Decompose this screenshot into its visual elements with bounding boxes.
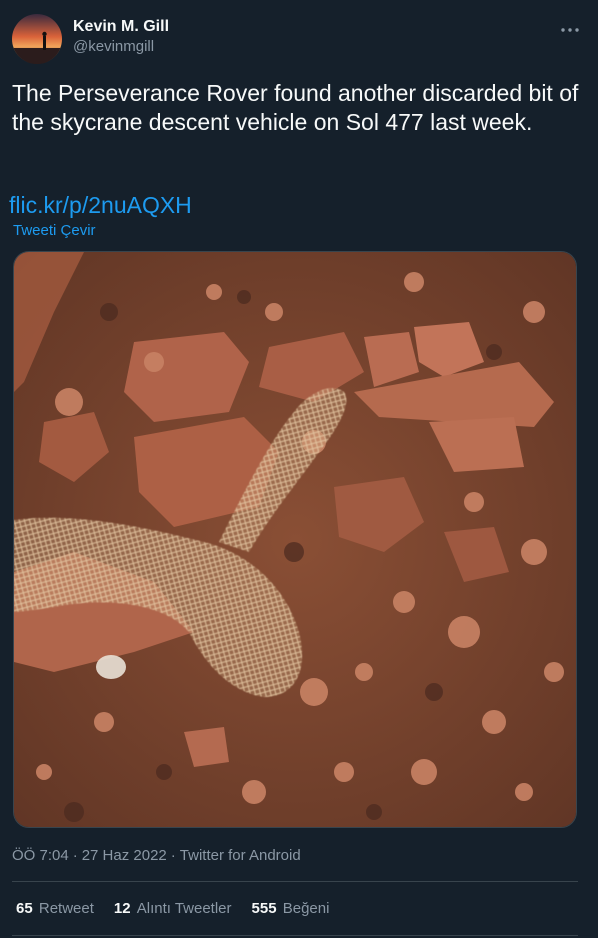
tweet-date[interactable]: 27 Haz 2022 [82, 846, 167, 865]
meta-separator: · [170, 847, 176, 864]
more-button[interactable] [558, 18, 582, 42]
quote-tweet-count[interactable]: 12 Alıntı Tweetler [114, 899, 232, 919]
retweet-count-value: 65 [16, 900, 33, 917]
author-info: Kevin M. Gill @kevinmgill [73, 17, 169, 56]
quote-count-value: 12 [113, 900, 131, 917]
tweet-time[interactable]: ÖÖ 7:04 [12, 846, 69, 865]
tweet-link[interactable]: flic.kr/p/2nuAQXH [9, 191, 192, 220]
retweet-count[interactable]: 65 Retweet [16, 899, 94, 919]
tweet-detail: Kevin M. Gill @kevinmgill The Perseveran… [0, 0, 598, 938]
meta-separator: · [72, 847, 78, 864]
tweet-photo[interactable] [13, 251, 577, 828]
divider [12, 935, 578, 936]
more-horizontal-icon [561, 28, 579, 32]
retweet-count-label: Retweet [38, 900, 94, 917]
tweet-source[interactable]: Twitter for Android [180, 846, 301, 865]
author-name[interactable]: Kevin M. Gill [73, 17, 169, 37]
like-count[interactable]: 555 Beğeni [252, 899, 330, 919]
avatar[interactable] [12, 14, 62, 64]
quote-count-label: Alıntı Tweetler [136, 900, 232, 917]
author-handle[interactable]: @kevinmgill [73, 37, 169, 56]
like-count-label: Beğeni [282, 900, 330, 917]
tweet-text: The Perseverance Rover found another dis… [12, 80, 579, 135]
like-count-value: 555 [251, 900, 277, 917]
tweet-metadata: ÖÖ 7:04 · 27 Haz 2022 · Twitter for Andr… [12, 846, 301, 865]
engagement-stats: 65 Retweet 12 Alıntı Tweetler 555 Beğeni [16, 899, 329, 919]
divider [12, 881, 578, 882]
translate-tweet-link[interactable]: Tweeti Çevir [13, 221, 96, 240]
